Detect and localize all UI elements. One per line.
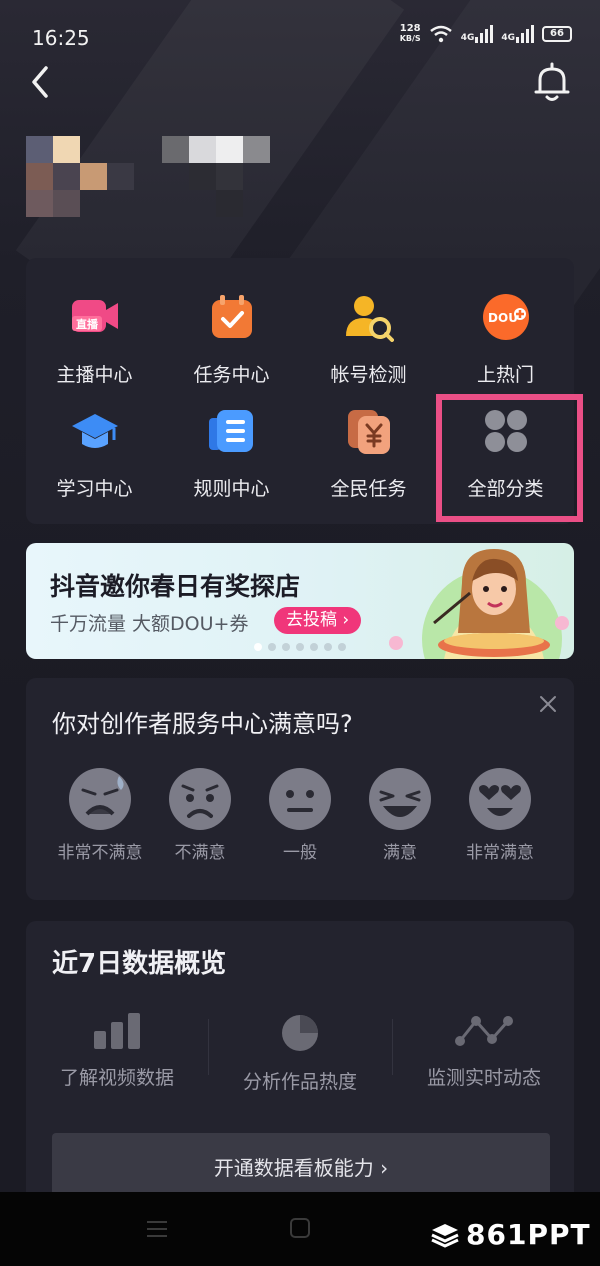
calendar-check-icon	[212, 295, 252, 338]
close-icon[interactable]	[538, 694, 558, 714]
very-sad-face-icon	[69, 768, 131, 830]
data-overview-title: 近7日数据概览	[52, 949, 227, 979]
tool-public-task[interactable]: 全民任务	[300, 372, 437, 500]
tool-account-check[interactable]: 帐号检测	[300, 258, 437, 386]
yuan-card-icon	[348, 410, 390, 454]
enable-dashboard-button[interactable]: 开通数据看板能力 ›	[52, 1133, 550, 1192]
laughing-face-icon	[369, 768, 431, 830]
data-item-label: 分析作品热度	[242, 1071, 357, 1093]
divider	[392, 1019, 393, 1075]
pie-chart-icon	[282, 1015, 318, 1051]
live-badge-text: 直播	[76, 317, 99, 331]
app-screen: 16:25 128 KB/S 4G 4G 66 直播 主播中心 任务中心 帐号检…	[0, 0, 600, 1192]
heart-eyes-face-icon	[469, 768, 531, 830]
status-icons: 128 KB/S 4G 4G 66	[400, 24, 572, 44]
blurred-profile	[26, 136, 276, 217]
menu-icon[interactable]	[146, 1219, 168, 1239]
bar-chart-icon	[94, 1013, 140, 1049]
dou-plus-icon: DOU	[483, 294, 529, 340]
highlight-box	[436, 394, 583, 522]
work-heat-item[interactable]: 分析作品热度	[210, 1013, 390, 1094]
tool-rules-center[interactable]: 规则中心	[163, 372, 300, 500]
rating-label: 一般	[283, 843, 317, 863]
net-speed-value: 128	[399, 23, 421, 34]
bell-icon	[534, 62, 570, 101]
rating-satisfied[interactable]: 满意	[350, 766, 450, 863]
tool-label: 学习中心	[56, 478, 133, 500]
carousel-dots	[254, 643, 346, 651]
rating-label: 满意	[383, 843, 417, 863]
notification-button[interactable]	[530, 60, 574, 104]
rating-very-satisfied[interactable]: 非常满意	[450, 766, 550, 863]
tool-learning-center[interactable]: 学习中心	[26, 372, 163, 500]
data-overview-card: 近7日数据概览 了解视频数据 分析作品热度 监测实时动态 开通数据看板能力 ›	[26, 921, 574, 1192]
tool-label: 规则中心	[193, 478, 270, 500]
satisfaction-survey-card: 你对创作者服务中心满意吗? 非常不满意 不满意 一般 满意 非常满意	[26, 678, 574, 900]
back-button[interactable]	[22, 62, 62, 102]
banner-subtitle: 千万流量 大额DOU+券	[50, 613, 249, 635]
promo-banner[interactable]: 抖音邀你春日有奖探店 千万流量 大额DOU+券 去投稿 ›	[26, 543, 574, 659]
signal-2-label: 4G	[501, 33, 515, 43]
rating-very-unsatisfied[interactable]: 非常不满意	[50, 766, 150, 863]
submit-button[interactable]: 去投稿 ›	[274, 607, 362, 634]
data-item-label: 了解视频数据	[59, 1067, 174, 1089]
banner-title: 抖音邀你春日有奖探店	[50, 572, 301, 601]
dou-logo-text: DOU	[488, 311, 518, 325]
user-search-icon	[346, 296, 394, 342]
stack-logo-icon	[431, 1223, 459, 1248]
girl-illustration-icon	[389, 549, 569, 659]
system-nav-bar: 861PPT	[0, 1192, 600, 1266]
data-item-label: 监测实时动态	[426, 1067, 541, 1089]
line-trend-icon	[455, 1016, 513, 1046]
tool-task-center[interactable]: 任务中心	[163, 258, 300, 386]
sad-face-icon	[169, 768, 231, 830]
tool-dou-plus[interactable]: DOU 上热门	[437, 258, 574, 386]
survey-title: 你对创作者服务中心满意吗?	[52, 710, 353, 738]
rating-label: 非常不满意	[57, 843, 143, 863]
chevron-left-icon	[32, 66, 48, 98]
rating-neutral[interactable]: 一般	[250, 766, 350, 863]
divider	[208, 1019, 209, 1075]
status-bar: 16:25 128 KB/S 4G 4G 66	[0, 0, 600, 76]
realtime-monitor-item[interactable]: 监测实时动态	[394, 1013, 574, 1090]
rating-label: 不满意	[174, 843, 226, 863]
neutral-face-icon	[269, 768, 331, 830]
battery-icon: 66	[542, 26, 572, 42]
rating-unsatisfied[interactable]: 不满意	[150, 766, 250, 863]
video-data-item[interactable]: 了解视频数据	[27, 1013, 207, 1090]
signal-1-icon: 4G	[461, 25, 494, 43]
graduation-cap-icon	[72, 414, 118, 448]
live-camera-icon: 直播	[72, 300, 118, 332]
wifi-icon	[429, 25, 452, 43]
signal-1-label: 4G	[460, 33, 475, 43]
watermark-text: 861PPT	[466, 1218, 591, 1251]
tool-label: 全民任务	[330, 478, 407, 500]
home-icon[interactable]	[289, 1217, 311, 1239]
rating-label: 非常满意	[466, 843, 534, 863]
tool-anchor-center[interactable]: 直播 主播中心	[26, 258, 163, 386]
status-time: 16:25	[32, 26, 90, 50]
net-speed-unit: KB/S	[399, 34, 421, 43]
watermark: 861PPT	[430, 1218, 591, 1251]
net-speed: 128 KB/S	[400, 24, 421, 44]
rules-document-icon	[209, 410, 253, 452]
signal-2-icon: 4G	[501, 25, 534, 43]
